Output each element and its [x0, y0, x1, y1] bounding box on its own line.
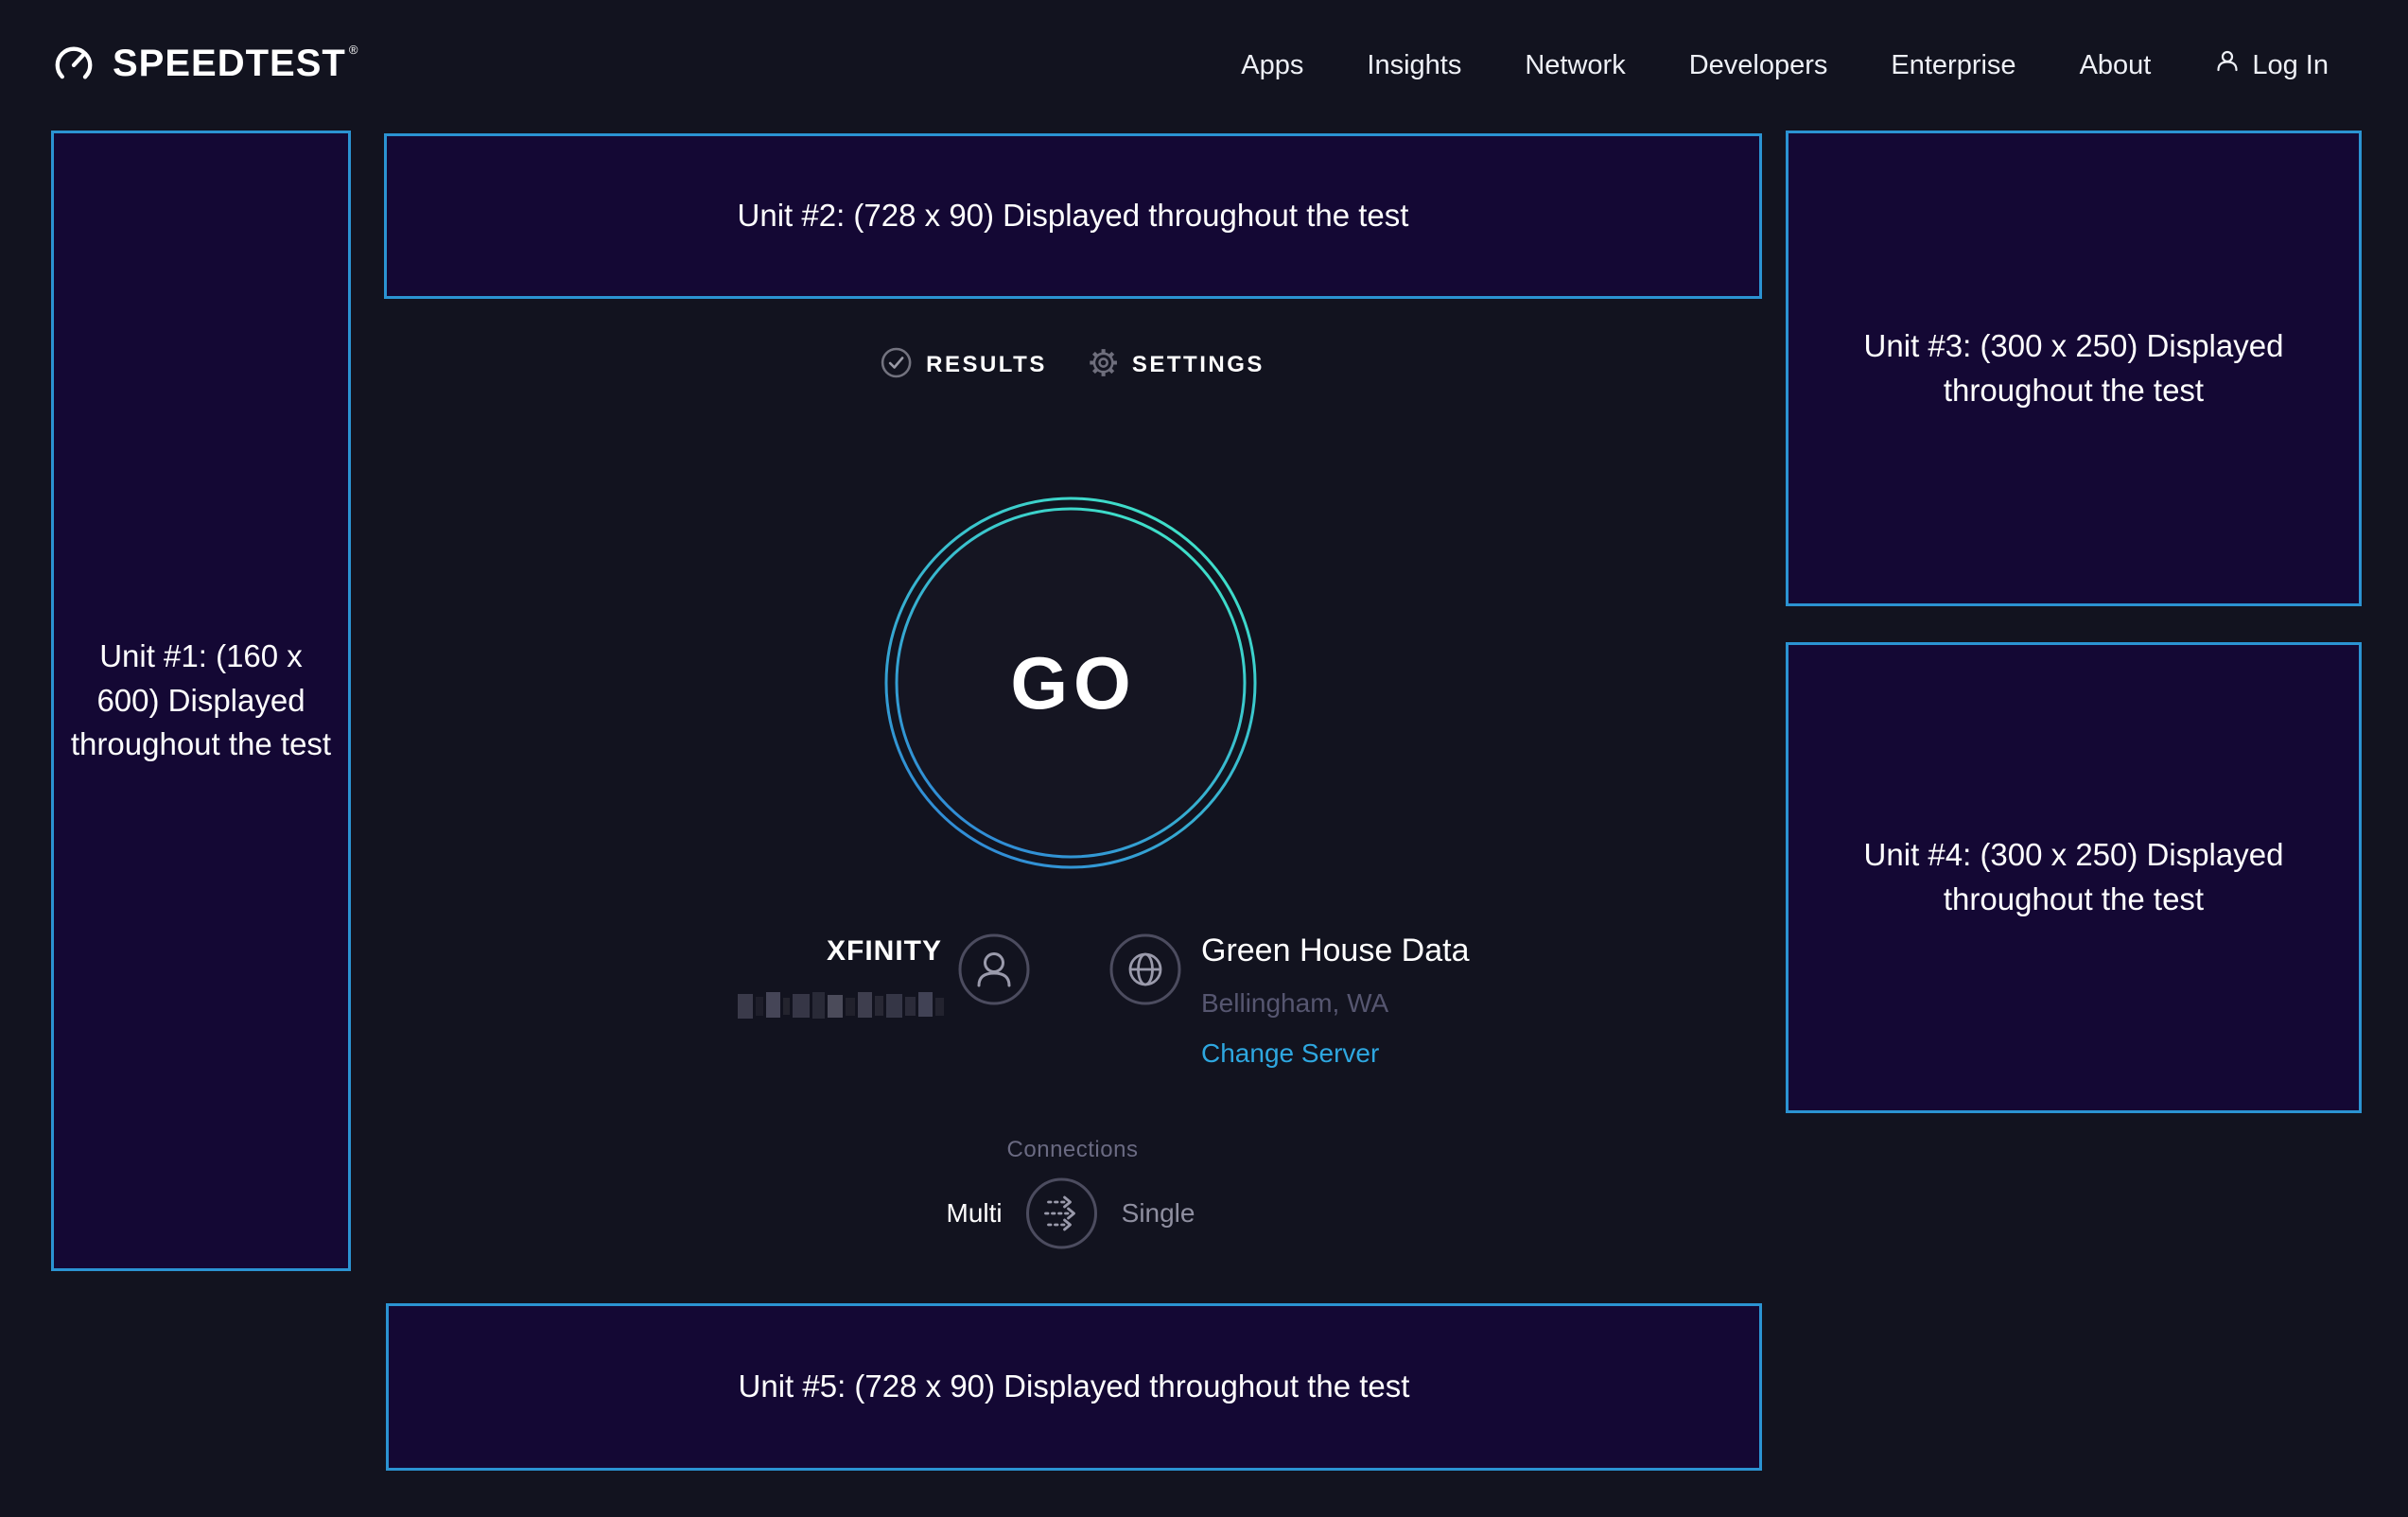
- speedtest-logo[interactable]: SPEEDTEST®: [52, 42, 358, 90]
- user-icon: [2214, 48, 2241, 82]
- nav-item-network[interactable]: Network: [1525, 50, 1625, 81]
- settings-tab-label: SETTINGS: [1132, 352, 1265, 378]
- connections-single-option[interactable]: Single: [1122, 1198, 1195, 1229]
- nav-item-about[interactable]: About: [2080, 50, 2152, 81]
- ad-unit-5: Unit #5: (728 x 90) Displayed throughout…: [386, 1303, 1762, 1471]
- nav-item-enterprise[interactable]: Enterprise: [1891, 50, 2015, 81]
- connections-multi-option[interactable]: Multi: [947, 1198, 1003, 1229]
- connections-toggle-row: Multi Single: [947, 1177, 1195, 1250]
- go-button[interactable]: GO: [881, 494, 1260, 872]
- change-server-link[interactable]: Change Server: [1201, 1040, 1470, 1067]
- go-button-label: GO: [881, 494, 1260, 872]
- tab-settings[interactable]: SETTINGS: [1089, 348, 1265, 382]
- server-name: Green House Data: [1201, 932, 1470, 969]
- ad-unit-2: Unit #2: (728 x 90) Displayed throughout…: [384, 133, 1762, 299]
- top-nav: SPEEDTEST® Apps Insights Network Develop…: [0, 0, 2408, 131]
- multi-connection-toggle-icon[interactable]: [1025, 1177, 1099, 1250]
- main-nav: Apps Insights Network Developers Enterpr…: [1241, 48, 2329, 82]
- ad-unit-1: Unit #1: (160 x 600) Displayed throughou…: [51, 131, 351, 1271]
- nav-item-insights[interactable]: Insights: [1367, 50, 1461, 81]
- results-tab-label: RESULTS: [926, 352, 1047, 378]
- login-button[interactable]: Log In: [2214, 48, 2329, 82]
- provider-name: XFINITY: [696, 935, 942, 968]
- check-circle-icon: [881, 347, 912, 383]
- trademark-mark: ®: [349, 43, 358, 57]
- redacted-ip-blur: [738, 992, 944, 1020]
- gear-icon: [1089, 348, 1118, 382]
- ad-unit-3: Unit #3: (300 x 250) Displayed throughou…: [1786, 131, 2362, 606]
- server-location: Bellingham, WA: [1201, 990, 1470, 1017]
- server-info: Green House Data Bellingham, WA Change S…: [1201, 932, 1470, 1067]
- speedtest-page: SPEEDTEST® Apps Insights Network Develop…: [0, 0, 2408, 1517]
- tab-results[interactable]: RESULTS: [881, 347, 1047, 383]
- globe-icon: [1108, 932, 1183, 1007]
- connections-label: Connections: [1007, 1137, 1139, 1163]
- result-settings-tabs: RESULTS SETTINGS: [881, 347, 1265, 383]
- speedometer-icon: [52, 42, 96, 90]
- brand-wordmark: SPEEDTEST: [113, 43, 346, 84]
- nav-item-apps[interactable]: Apps: [1241, 50, 1303, 81]
- login-label: Log In: [2252, 50, 2329, 81]
- nav-item-developers[interactable]: Developers: [1689, 50, 1828, 81]
- provider-user-icon: [956, 932, 1032, 1007]
- ad-unit-4: Unit #4: (300 x 250) Displayed throughou…: [1786, 642, 2362, 1113]
